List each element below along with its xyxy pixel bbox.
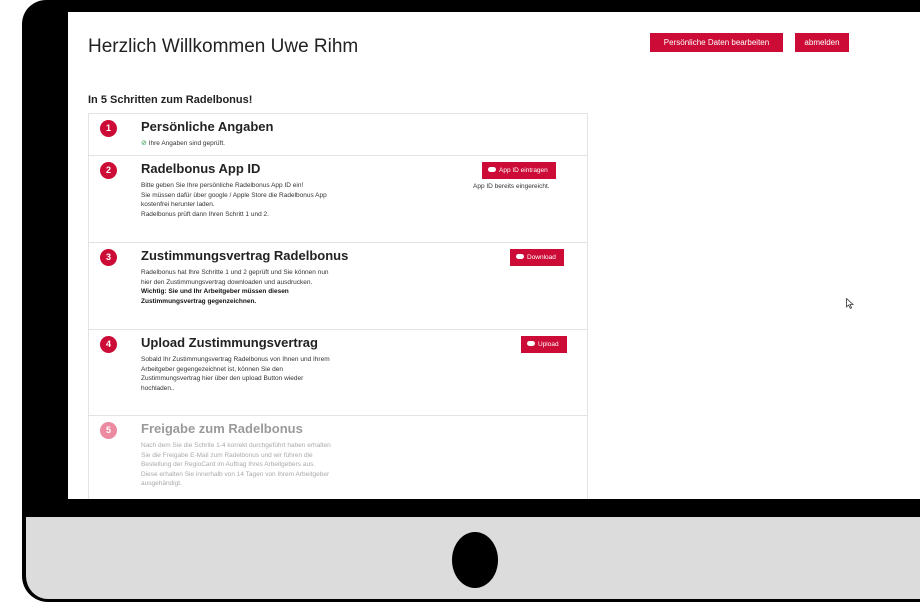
- step-title: Upload Zustimmungsvertrag: [141, 335, 318, 350]
- step-number-badge: 2: [100, 162, 117, 179]
- screen: Herzlich Willkommen Uwe Rihm Persönliche…: [68, 12, 920, 499]
- step-text-line: Nach dem Sie die Schrite 1-4 korrekt dur…: [141, 442, 331, 449]
- step-text-line: kostenfrei herunter laden.: [141, 201, 215, 209]
- step-description: Radelbonus hat Ihre Schritte 1 und 2 gep…: [141, 268, 411, 306]
- check-circle-icon: ⊘: [141, 140, 147, 147]
- step-number-badge: 1: [100, 120, 117, 137]
- step-title: Freigabe zum Radelbonus: [141, 421, 303, 436]
- cloud-upload-icon: [527, 340, 535, 346]
- cloud-download-icon: [516, 253, 524, 259]
- logout-button[interactable]: abmelden: [795, 33, 849, 52]
- step-text-line: Radelbonus hat Ihre Schritte 1 und 2 gep…: [141, 269, 329, 276]
- step-text-line: Sie die Freigabe E-Mail zum Radelbonus u…: [141, 451, 313, 459]
- step-app-id: 2 Radelbonus App ID Bitte geben Sie Ihre…: [88, 156, 588, 243]
- step-text-line: hier den Zustimmungsvertrag downloaden u…: [141, 278, 313, 286]
- app-id-status-note: App ID bereits eingereicht.: [473, 183, 550, 190]
- step-text-line: Diese erhalten Sie innerhalb von 14 Tage…: [141, 470, 330, 478]
- cloud-upload-icon: [488, 166, 496, 172]
- step-title: Zustimmungsvertrag Radelbonus: [141, 248, 349, 263]
- webcam-icon: [452, 532, 498, 588]
- mouse-cursor-icon: [846, 298, 854, 309]
- step-personal-data: 1 Persönliche Angaben ⊘ Ihre Angaben sin…: [88, 113, 588, 156]
- monitor-frame: Herzlich Willkommen Uwe Rihm Persönliche…: [22, 0, 920, 602]
- step-text-line: hochladen..: [141, 384, 175, 392]
- step-title: Persönliche Angaben: [141, 119, 274, 134]
- download-button[interactable]: Download: [510, 249, 564, 266]
- upload-button[interactable]: Upload: [521, 336, 567, 353]
- step-number-badge: 5: [100, 422, 117, 439]
- steps-list: 1 Persönliche Angaben ⊘ Ihre Angaben sin…: [88, 113, 588, 499]
- step-text-line: Bestellung der RegioCard im Auftrag Ihre…: [141, 461, 316, 469]
- step-upload-contract: 4 Upload Zustimmungsvertrag Sobald Ihr Z…: [88, 330, 588, 416]
- steps-heading: In 5 Schritten zum Radelbonus!: [88, 94, 253, 106]
- step-text-line: Radelbonus prüft dann Ihren Schritt 1 un…: [141, 210, 269, 218]
- step-description: Bitte geben Sie Ihre persönliche Radelbo…: [141, 181, 411, 219]
- step-text-line: Bitte geben Sie Ihre persönliche Radelbo…: [141, 182, 304, 189]
- step-text-line: Sobald Ihr Zustimmungsvertrag Radelbonus…: [141, 356, 330, 363]
- step-text-line: Arbeitgeber gegengezeichnet ist, können …: [141, 365, 284, 373]
- step-release: 5 Freigabe zum Radelbonus Nach dem Sie d…: [88, 416, 588, 499]
- page-title: Herzlich Willkommen Uwe Rihm: [88, 36, 359, 57]
- button-label: App ID eintragen: [499, 167, 548, 174]
- step-description: Nach dem Sie die Schrite 1-4 korrekt dur…: [141, 441, 411, 489]
- step-consent-contract: 3 Zustimmungsvertrag Radelbonus Radelbon…: [88, 243, 588, 330]
- step-description: Sobald Ihr Zustimmungsvertrag Radelbonus…: [141, 355, 411, 393]
- step-text-line: Sie müssen dafür über google / Apple Sto…: [141, 191, 327, 199]
- step-text-line: Zustimmungsvertrag hier über den upload …: [141, 375, 304, 383]
- step-number-badge: 4: [100, 336, 117, 353]
- enter-app-id-button[interactable]: App ID eintragen: [482, 162, 556, 179]
- step-status: ⊘ Ihre Angaben sind geprüft.: [141, 139, 225, 147]
- step-status-text: Ihre Angaben sind geprüft.: [148, 140, 225, 147]
- monitor-chin: [22, 517, 920, 602]
- step-important-line: Zustimmungsvertrag gegenzeichnen.: [141, 297, 257, 305]
- step-text-line: ausgehändigt.: [141, 480, 182, 488]
- button-label: Upload: [538, 341, 559, 348]
- edit-personal-data-button[interactable]: Persönliche Daten bearbeiten: [650, 33, 783, 52]
- button-label: Download: [527, 254, 556, 261]
- step-title: Radelbonus App ID: [141, 161, 261, 176]
- step-number-badge: 3: [100, 249, 117, 266]
- step-important-line: Wichtig: Sie und Ihr Arbeitgeber müssen …: [141, 288, 289, 296]
- monitor-bezel: Herzlich Willkommen Uwe Rihm Persönliche…: [22, 0, 920, 517]
